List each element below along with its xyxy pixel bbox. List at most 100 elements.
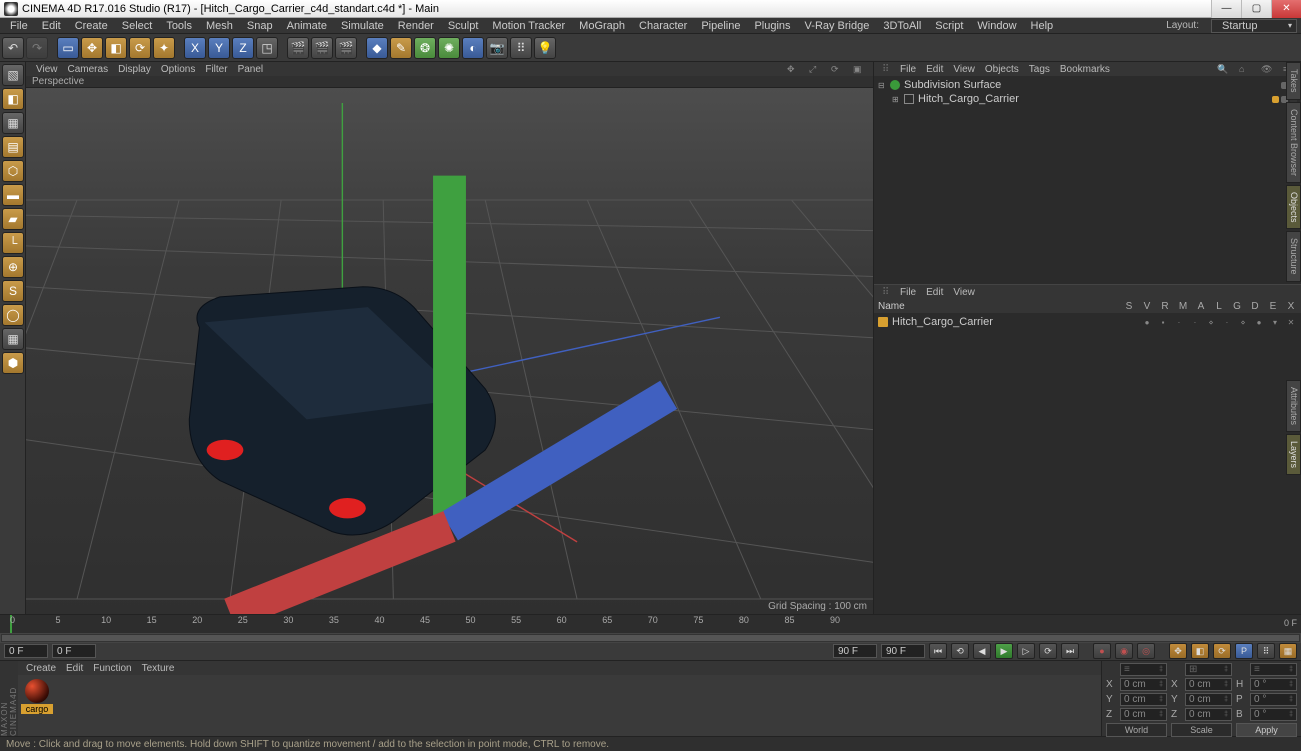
key-pos-button[interactable]: ✥ — [1169, 643, 1187, 659]
redo-button[interactable]: ↷ — [26, 37, 48, 59]
view-menu-display[interactable]: Display — [118, 64, 151, 75]
menu-3dtoall[interactable]: 3DToAll — [877, 19, 927, 33]
layers-body[interactable]: Hitch_Cargo_Carrier ● ▪ · · ⋄ · ⋄ ● ▾ ✕ — [874, 313, 1301, 614]
axis-z-button[interactable]: Z — [232, 37, 254, 59]
layer-toggle[interactable]: · — [1221, 318, 1233, 327]
next-frame-button[interactable]: ▷ — [1017, 643, 1035, 659]
goto-end-button[interactable]: ⏭ — [1061, 643, 1079, 659]
frame-end-a-field[interactable]: 90 F — [833, 644, 877, 658]
menu-simulate[interactable]: Simulate — [335, 19, 390, 33]
mat-menu-edit[interactable]: Edit — [66, 663, 83, 674]
search-icon[interactable]: 🔍 — [1217, 64, 1227, 75]
obj-menu-bookmarks[interactable]: Bookmarks — [1060, 64, 1110, 75]
axis-mode-button[interactable]: └ — [2, 232, 24, 254]
obj-menu-view[interactable]: View — [953, 64, 975, 75]
particle-button[interactable]: ⠿ — [510, 37, 532, 59]
viewport[interactable]: Grid Spacing : 100 cm — [26, 88, 873, 614]
menu-snap[interactable]: Snap — [241, 19, 279, 33]
coord-pos-x[interactable]: 0 cm — [1120, 678, 1167, 691]
workplane-button[interactable]: ▤ — [2, 136, 24, 158]
key-scale-button[interactable]: ◧ — [1191, 643, 1209, 659]
layer-toggle[interactable]: ⋄ — [1205, 318, 1217, 327]
nav-rotate-icon[interactable]: ⟳ — [831, 64, 841, 74]
axis-y-button[interactable]: Y — [208, 37, 230, 59]
select-tool[interactable]: ▭ — [57, 37, 79, 59]
axis-x-button[interactable]: X — [184, 37, 206, 59]
tree-row-hitch[interactable]: ⊞ Hitch_Cargo_Carrier — [878, 92, 1297, 106]
make-editable-button[interactable]: ▧ — [2, 64, 24, 86]
coord-rot-b[interactable]: 0 ° — [1250, 708, 1297, 721]
layers-menu-view[interactable]: View — [953, 287, 975, 298]
mat-menu-create[interactable]: Create — [26, 663, 56, 674]
menu-mesh[interactable]: Mesh — [200, 19, 239, 33]
object-tree[interactable]: ⊟ Subdivision Surface ⊞ Hitch_Cargo_Carr… — [874, 76, 1301, 284]
model-mode-button[interactable]: ◧ — [2, 88, 24, 110]
tweak-button[interactable]: ◯ — [2, 304, 24, 326]
menu-motion-tracker[interactable]: Motion Tracker — [486, 19, 571, 33]
layers-menu-edit[interactable]: Edit — [926, 287, 943, 298]
menu-script[interactable]: Script — [929, 19, 969, 33]
scrollbar-thumb[interactable] — [1, 634, 1300, 642]
key-rot-button[interactable]: ⟳ — [1213, 643, 1231, 659]
render-settings-button[interactable]: 🎬 — [335, 37, 357, 59]
tab-attributes[interactable]: Attributes — [1286, 380, 1301, 432]
eye-icon[interactable]: 👁 — [1261, 64, 1271, 75]
view-menu-view[interactable]: View — [36, 64, 58, 75]
isoline-button[interactable]: ⬢ — [2, 352, 24, 374]
tab-objects[interactable]: Objects — [1286, 185, 1301, 230]
nav-zoom-icon[interactable]: ⤢ — [809, 64, 819, 74]
close-button[interactable]: ✕ — [1271, 0, 1301, 18]
viewport-solo-button[interactable]: ▦ — [2, 328, 24, 350]
layer-row[interactable]: Hitch_Cargo_Carrier ● ▪ · · ⋄ · ⋄ ● ▾ ✕ — [878, 315, 1297, 329]
mat-menu-texture[interactable]: Texture — [142, 663, 175, 674]
render-region-button[interactable]: 🎬 — [311, 37, 333, 59]
coord-size-z[interactable]: 0 cm — [1185, 708, 1232, 721]
autokey-button[interactable]: ◉ — [1115, 643, 1133, 659]
expand-icon[interactable]: ⊟ — [878, 81, 886, 90]
key-param-button[interactable]: P — [1235, 643, 1253, 659]
layer-name[interactable]: Hitch_Cargo_Carrier — [892, 316, 1137, 328]
layer-toggle[interactable]: ▾ — [1269, 318, 1281, 327]
keyframe-button[interactable]: ◎ — [1137, 643, 1155, 659]
play-button[interactable]: ▶ — [995, 643, 1013, 659]
layer-toggle[interactable]: · — [1189, 318, 1201, 327]
view-menu-filter[interactable]: Filter — [205, 64, 227, 75]
tab-layers[interactable]: Layers — [1286, 434, 1301, 475]
menu-sculpt[interactable]: Sculpt — [442, 19, 485, 33]
rotate-tool[interactable]: ⟳ — [129, 37, 151, 59]
coord-system-button[interactable]: ◳ — [256, 37, 278, 59]
coord-scale-select[interactable]: Scale — [1171, 723, 1232, 737]
frame-start-b-field[interactable]: 0 F — [52, 644, 96, 658]
menu-edit[interactable]: Edit — [36, 19, 67, 33]
mat-menu-function[interactable]: Function — [93, 663, 131, 674]
view-menu-panel[interactable]: Panel — [238, 64, 264, 75]
menu-select[interactable]: Select — [116, 19, 159, 33]
materials-body[interactable]: cargo — [18, 675, 1101, 736]
menu-mograph[interactable]: MoGraph — [573, 19, 631, 33]
key-pla-button[interactable]: ⠿ — [1257, 643, 1275, 659]
layer-toggle[interactable]: ▪ — [1157, 318, 1169, 327]
deformer-button[interactable]: ✺ — [438, 37, 460, 59]
menu-character[interactable]: Character — [633, 19, 693, 33]
primitive-button[interactable]: ◆ — [366, 37, 388, 59]
obj-menu-edit[interactable]: Edit — [926, 64, 943, 75]
layer-toggle[interactable]: ✕ — [1285, 318, 1297, 327]
texture-mode-button[interactable]: ▦ — [2, 112, 24, 134]
layout-selector[interactable]: Startup — [1211, 19, 1297, 33]
obj-menu-tags[interactable]: Tags — [1029, 64, 1050, 75]
enable-axis-button[interactable]: ⊕ — [2, 256, 24, 278]
menu-create[interactable]: Create — [69, 19, 114, 33]
spline-button[interactable]: ✎ — [390, 37, 412, 59]
tab-content-browser[interactable]: Content Browser — [1286, 102, 1301, 183]
view-menu-options[interactable]: Options — [161, 64, 195, 75]
menu-plugins[interactable]: Plugins — [748, 19, 796, 33]
environment-button[interactable]: ◐ — [462, 37, 484, 59]
next-key-button[interactable]: ⟳ — [1039, 643, 1057, 659]
coord-apply-button[interactable]: Apply — [1236, 723, 1297, 737]
nav-move-icon[interactable]: ✥ — [787, 64, 797, 74]
light-button[interactable]: 💡 — [534, 37, 556, 59]
minimize-button[interactable]: — — [1211, 0, 1241, 18]
snap-button[interactable]: S — [2, 280, 24, 302]
tree-name[interactable]: Hitch_Cargo_Carrier — [918, 93, 1268, 105]
menu-help[interactable]: Help — [1025, 19, 1060, 33]
